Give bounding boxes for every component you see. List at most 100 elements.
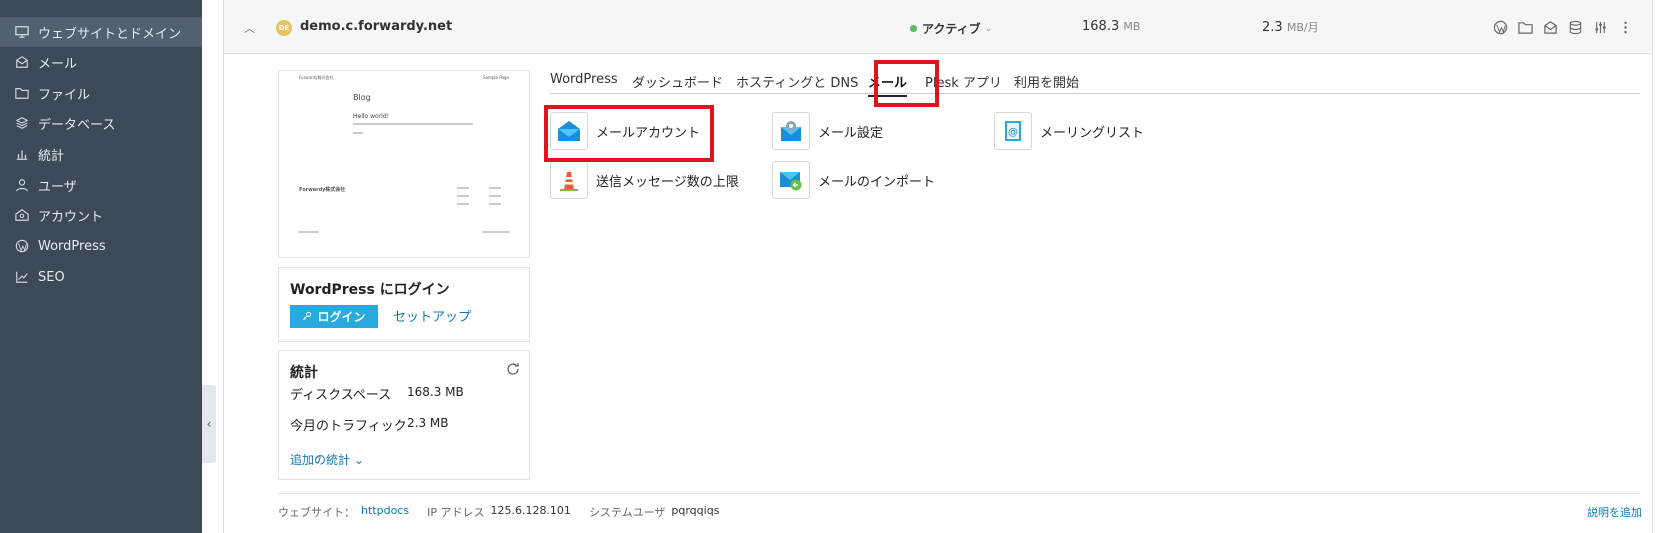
seo-icon xyxy=(14,269,30,285)
preview-footer-link xyxy=(489,203,501,205)
disk-space-value: 168.3 MB xyxy=(407,385,464,399)
disk-usage-unit: MB xyxy=(1123,20,1141,33)
tool-label: 送信メッセージ数の上限 xyxy=(596,174,739,190)
setup-link[interactable]: セットアップ xyxy=(393,306,471,325)
sidebar-item-users[interactable]: ユーザ xyxy=(0,170,202,200)
preview-footer-link xyxy=(457,195,469,197)
preview-text-line xyxy=(299,231,319,233)
preview-text-line xyxy=(353,132,363,134)
statistics-title: 統計 xyxy=(290,365,318,381)
tab-getting-started[interactable]: 利用を開始 xyxy=(1014,72,1079,91)
monthly-traffic-value: 2.3 MB xyxy=(407,416,449,430)
outgoing-messages-limit-tool[interactable]: 送信メッセージ数の上限 xyxy=(550,161,739,199)
account-icon xyxy=(14,207,30,223)
monitor-icon xyxy=(14,24,30,40)
mailing-lists-tool[interactable]: @ メーリングリスト xyxy=(994,112,1144,150)
traffic-usage: 2.3 MB/月 xyxy=(1262,19,1319,35)
mail-accounts-highlight xyxy=(544,105,714,162)
system-user-value: pqrqqiqs xyxy=(671,504,720,517)
sidebar-collapse-handle[interactable]: ‹ xyxy=(202,385,216,463)
disk-space-label: ディスクスペース xyxy=(290,388,392,403)
tab-wordpress[interactable]: WordPress xyxy=(550,72,618,87)
sidebar-item-account[interactable]: アカウント xyxy=(0,200,202,230)
mail-import-icon xyxy=(772,161,810,199)
document-root-link[interactable]: httpdocs xyxy=(361,504,409,520)
envelope-icon[interactable] xyxy=(1541,18,1559,36)
mail-settings-tool[interactable]: メール設定 xyxy=(772,112,883,150)
domain-footer: ウェブサイト： httpdocs IP アドレス 125.6.128.101 シ… xyxy=(278,504,719,520)
database-icon[interactable] xyxy=(1566,18,1584,36)
tool-label: メーリングリスト xyxy=(1040,125,1145,141)
traffic-unit: MB/月 xyxy=(1286,21,1319,34)
wordpress-icon xyxy=(14,238,30,254)
site-preview-thumbnail[interactable]: Forwardy株式会社 Sample Page Blog Hello worl… xyxy=(278,70,530,258)
login-button-label: ログイン xyxy=(317,310,366,324)
status-label: アクティブ xyxy=(922,22,981,36)
login-button[interactable]: ログイン xyxy=(290,305,378,328)
sidebar-item-label: ウェブサイトとドメイン xyxy=(38,26,182,42)
sidebar-item-wordpress[interactable]: WordPress xyxy=(0,231,202,261)
sidebar-item-files[interactable]: ファイル xyxy=(0,78,202,108)
wordpress-icon[interactable] xyxy=(1491,18,1509,36)
key-icon xyxy=(302,310,312,324)
envelope-icon xyxy=(14,54,30,70)
ip-value: 125.6.128.101 xyxy=(490,504,571,517)
sidebar-item-websites-domains[interactable]: ウェブサイトとドメイン xyxy=(0,17,202,47)
sidebar-item-mail[interactable]: メール xyxy=(0,47,202,77)
system-user-label: システムユーザ xyxy=(588,506,666,519)
statistics-card: 統計 ディスクスペース 168.3 MB 今月のトラフィック 2.3 MB 追加… xyxy=(278,350,530,480)
domain-name-link[interactable]: demo.c.forwardy.net xyxy=(300,19,452,34)
status-dropdown[interactable]: アクティブ ⌄ xyxy=(910,20,992,37)
folder-icon[interactable] xyxy=(1516,18,1534,36)
site-favicon: DE xyxy=(276,20,292,36)
sidebar-item-seo[interactable]: SEO xyxy=(0,262,202,292)
sidebar-item-databases[interactable]: データベース xyxy=(0,108,202,138)
domain-tabs: WordPress ダッシュボード ホスティングと DNS メール Plesk … xyxy=(550,68,1640,97)
disk-usage-value: 168.3 xyxy=(1082,19,1120,34)
tool-label: メールのインポート xyxy=(818,174,936,190)
website-label: ウェブサイト： xyxy=(278,506,355,519)
outgoing-limit-icon xyxy=(550,161,588,199)
monthly-traffic-label: 今月のトラフィック xyxy=(290,419,407,434)
chevron-up-icon[interactable]: ︿ xyxy=(244,20,256,35)
chevron-left-icon: ‹ xyxy=(206,417,212,431)
preview-footer-link xyxy=(489,195,501,197)
preview-brand: Forwardy株式会社 xyxy=(299,75,334,80)
sidebar-item-label: データベース xyxy=(38,117,116,133)
user-icon xyxy=(14,177,30,193)
mailing-list-icon: @ xyxy=(994,112,1032,150)
add-description-link[interactable]: 説明を追加 xyxy=(1587,504,1642,520)
traffic-value: 2.3 xyxy=(1262,20,1283,35)
more-statistics-link[interactable]: 追加の統計 ⌄ xyxy=(290,451,364,468)
svg-text:@: @ xyxy=(1008,127,1018,138)
bar-chart-icon xyxy=(14,146,30,162)
sidebar-item-label: ユーザ xyxy=(38,179,77,195)
footer-divider xyxy=(278,493,1640,494)
wordpress-login-card: WordPress にログイン ログイン セットアップ xyxy=(278,267,530,342)
folder-icon xyxy=(14,85,30,101)
ip-label: IP アドレス xyxy=(427,506,485,519)
sidebar-item-label: メール xyxy=(38,56,78,72)
sliders-icon[interactable] xyxy=(1591,18,1609,36)
sidebar-item-label: 統計 xyxy=(38,148,65,164)
mail-import-tool[interactable]: メールのインポート xyxy=(772,161,935,199)
preview-nav-link: Sample Page xyxy=(483,75,509,80)
chevron-down-icon: ⌄ xyxy=(984,23,993,34)
domain-actions xyxy=(1491,18,1634,36)
sidebar-item-label: ファイル xyxy=(38,87,91,103)
preview-text-line xyxy=(353,123,473,125)
layers-icon xyxy=(14,115,30,131)
preview-post-title: Hello world! xyxy=(353,113,390,120)
preview-footer-brand: Forwardy株式会社 xyxy=(299,187,346,193)
status-dot xyxy=(910,25,917,32)
sidebar: ウェブサイトとドメイン メール ファイル データベース 統計 ユーザ アカウント… xyxy=(0,0,202,533)
tab-hosting-dns[interactable]: ホスティングと DNS xyxy=(736,72,858,91)
more-vertical-icon[interactable] xyxy=(1616,18,1634,36)
domain-header: ︿ DE demo.c.forwardy.net アクティブ ⌄ 168.3 M… xyxy=(224,0,1652,54)
tab-dashboard[interactable]: ダッシュボード xyxy=(632,72,723,91)
mail-tab-highlight xyxy=(874,60,939,107)
preview-text-line xyxy=(483,231,509,233)
sidebar-item-statistics[interactable]: 統計 xyxy=(0,139,202,169)
sidebar-item-label: SEO xyxy=(38,269,65,285)
refresh-icon[interactable] xyxy=(505,361,521,377)
